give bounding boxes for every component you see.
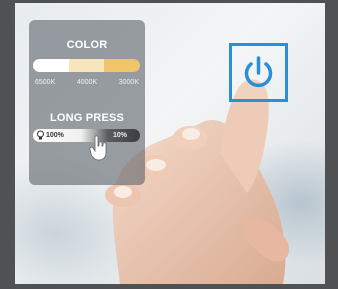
color-labels: 6500K 4000K 3000K — [35, 79, 139, 86]
control-panel: COLOR 6500K 4000K 3000K LONG PRESS 100% … — [29, 20, 145, 185]
photo-background: COLOR 6500K 4000K 3000K LONG PRESS 100% … — [15, 3, 325, 284]
color-label-6500k: 6500K — [35, 79, 56, 86]
color-title: COLOR — [66, 39, 108, 51]
color-segment-6500k[interactable] — [33, 59, 69, 72]
pointer-hand-icon — [89, 135, 107, 161]
power-icon — [244, 56, 273, 88]
color-label-4000k: 4000K — [76, 79, 98, 86]
color-segment-4000k[interactable] — [68, 59, 105, 72]
color-segment-3000k[interactable] — [104, 59, 140, 72]
brightness-max-label: 100% — [46, 132, 64, 139]
color-temperature-bar[interactable] — [33, 59, 140, 72]
color-label-3000k: 3000K — [118, 79, 139, 86]
long-press-title: LONG PRESS — [49, 112, 125, 124]
brightness-min-label: 10% — [113, 132, 128, 139]
bulb-icon — [37, 130, 44, 140]
power-button[interactable] — [229, 43, 288, 102]
